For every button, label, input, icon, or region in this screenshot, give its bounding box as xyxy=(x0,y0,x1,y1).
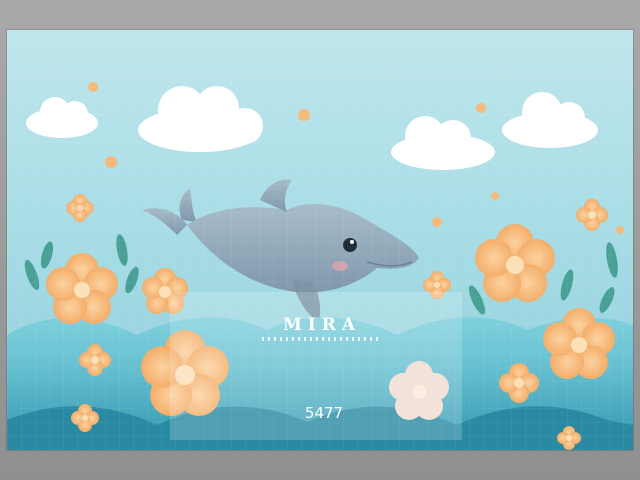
product-code: 5477 xyxy=(304,404,344,422)
brand-dots xyxy=(262,337,382,341)
brand-watermark: MIRA xyxy=(282,315,362,335)
